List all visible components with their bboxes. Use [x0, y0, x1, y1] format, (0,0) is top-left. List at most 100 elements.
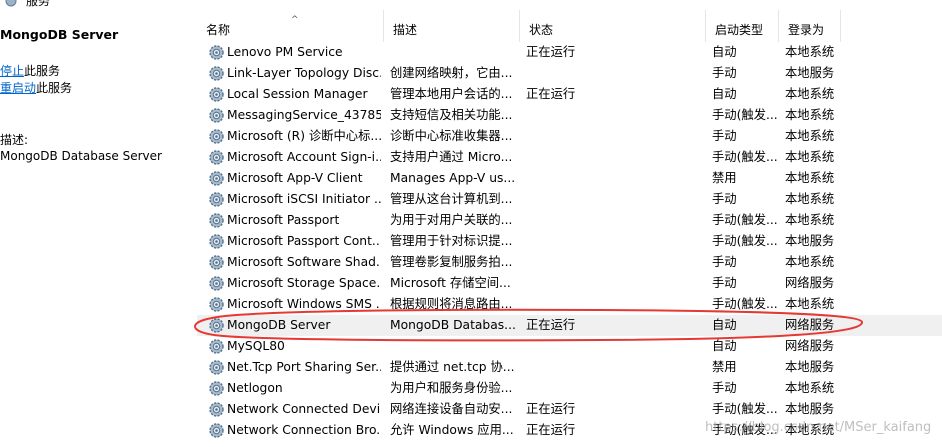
gear-icon: [208, 65, 226, 82]
service-row[interactable]: Microsoft Passport 为用于对用户关联的... 手动(触发...…: [197, 210, 942, 231]
service-description: 诊断中心标准收集器...: [390, 129, 513, 143]
service-name: Microsoft Passport Cont...: [227, 234, 381, 248]
gear-icon: [208, 401, 226, 418]
service-logon-as: 本地服务: [785, 66, 835, 80]
gear-icon: [208, 422, 226, 439]
column-header-name[interactable]: 名称 ^: [197, 10, 384, 42]
service-status: [526, 357, 606, 378]
service-description: 为用户和服务身份验...: [390, 381, 513, 395]
service-row[interactable]: Microsoft (R) 诊断中心标... 诊断中心标准收集器... 手动 本…: [197, 126, 942, 147]
service-startup-type: 手动: [712, 192, 737, 206]
service-status: [526, 126, 606, 147]
service-startup-type: 手动: [712, 129, 737, 143]
service-logon-as: 网络服务: [785, 318, 835, 332]
service-status: [526, 252, 606, 273]
service-logon-as: 本地系统: [785, 87, 835, 101]
service-name: Microsoft (R) 诊断中心标...: [227, 129, 381, 143]
service-status: [526, 294, 606, 315]
service-startup-type: 手动: [712, 381, 737, 395]
watermark-text: https://blog.csdn.net/MSer_kaifang: [705, 420, 932, 435]
service-row[interactable]: Local Session Manager 管理本地用户会话的... 正在运行 …: [197, 84, 942, 105]
service-name: Microsoft Passport: [227, 213, 340, 227]
service-logon-as: 本地系统: [785, 171, 835, 185]
service-startup-type: 手动(触发...: [712, 108, 778, 122]
service-row[interactable]: Microsoft Account Sign-i... 支持用户通过 Micro…: [197, 147, 942, 168]
column-header-startup-type[interactable]: 启动类型: [706, 10, 779, 42]
service-logon-as: 本地服务: [785, 234, 835, 248]
service-status: [526, 63, 606, 84]
restart-service-link[interactable]: 重启动: [0, 81, 36, 95]
service-logon-as: 网络服务: [785, 276, 835, 290]
service-row[interactable]: Microsoft iSCSI Initiator ... 管理从这台计算机到.…: [197, 189, 942, 210]
stop-service-link[interactable]: 停止: [0, 64, 24, 78]
gear-icon: [208, 44, 226, 61]
service-description: Manages App-V us...: [390, 171, 515, 185]
service-logon-as: 本地系统: [785, 108, 835, 122]
service-startup-type: 手动(触发...: [712, 234, 778, 248]
service-logon-as: 本地系统: [785, 45, 835, 59]
service-description: 为用于对用户关联的...: [390, 213, 513, 227]
service-startup-type: 自动: [712, 45, 737, 59]
service-status: [526, 189, 606, 210]
service-row[interactable]: Net.Tcp Port Sharing Ser... 提供通过 net.tcp…: [197, 357, 942, 378]
service-name: Microsoft App-V Client: [227, 171, 363, 185]
window-title: 服务: [26, 0, 51, 8]
service-status: 正在运行: [526, 87, 576, 101]
service-status: 正在运行: [526, 45, 576, 59]
column-header-description-label: 描述: [393, 23, 418, 37]
service-logon-as: 本地系统: [785, 297, 835, 311]
service-name: Network Connection Bro...: [227, 423, 381, 437]
service-status: [526, 336, 606, 357]
service-startup-type: 禁用: [712, 360, 737, 374]
service-row-selected[interactable]: MongoDB Server MongoDB Databas... 正在运行 自…: [197, 315, 942, 336]
service-name: Network Connected Devi...: [227, 402, 381, 416]
gear-icon: [208, 359, 226, 376]
service-row[interactable]: Link-Layer Topology Disc... 创建网络映射，它由...…: [197, 63, 942, 84]
gear-icon: [208, 296, 226, 313]
service-row[interactable]: Lenovo PM Service 正在运行 自动 本地系统: [197, 42, 942, 63]
service-logon-as: 本地系统: [785, 255, 835, 269]
gear-icon: [208, 254, 226, 271]
selected-service-name: MongoDB Server: [0, 27, 119, 42]
service-description: 创建网络映射，它由...: [390, 66, 513, 80]
service-row[interactable]: MySQL80 自动 网络服务: [197, 336, 942, 357]
restart-service-row: 重启动此服务: [0, 79, 72, 96]
service-status: [526, 378, 606, 399]
restart-service-suffix: 此服务: [36, 81, 73, 95]
service-logon-as: 本地系统: [785, 150, 835, 164]
gear-icon: [208, 86, 226, 103]
service-name: Local Session Manager: [227, 87, 368, 101]
service-name: Microsoft iSCSI Initiator ...: [227, 192, 381, 206]
service-row[interactable]: Microsoft Windows SMS ... 根据规则将消息路由... 手…: [197, 294, 942, 315]
gear-icon: [208, 233, 226, 250]
service-description: 网络连接设备自动安...: [390, 402, 513, 416]
service-description: 允许 Windows 应用...: [390, 423, 514, 437]
service-row[interactable]: Microsoft Storage Space... Microsoft 存储空…: [197, 273, 942, 294]
service-logon-as: 本地系统: [785, 129, 835, 143]
service-status: [526, 147, 606, 168]
service-row[interactable]: Microsoft Software Shad... 管理卷影复制服务拍... …: [197, 252, 942, 273]
column-header-row: 名称 ^ 描述 状态 启动类型 登录为: [197, 10, 942, 42]
service-startup-type: 手动(触发...: [712, 297, 778, 311]
service-status: [526, 105, 606, 126]
service-description: Microsoft 存储空间...: [390, 276, 511, 290]
column-header-description[interactable]: 描述: [384, 10, 520, 42]
service-row[interactable]: MessagingService_43785... 支持短信及相关功能... 手…: [197, 105, 942, 126]
service-row[interactable]: Netlogon 为用户和服务身份验... 手动 本地系统: [197, 378, 942, 399]
gear-icon: [208, 170, 226, 187]
service-description: MongoDB Databas...: [390, 318, 515, 332]
service-name: MongoDB Server: [227, 318, 331, 332]
services-list: 名称 ^ 描述 状态 启动类型 登录为 Lenovo PM Service 正在…: [197, 10, 942, 447]
service-description: 管理从这台计算机到...: [390, 192, 513, 206]
service-row[interactable]: Microsoft Passport Cont... 管理用于针对标识提... …: [197, 231, 942, 252]
service-description: 管理用于针对标识提...: [390, 234, 513, 248]
service-status: [526, 231, 606, 252]
service-name: Microsoft Software Shad...: [227, 255, 381, 269]
column-header-status[interactable]: 状态: [520, 10, 706, 42]
service-logon-as: 本地系统: [785, 192, 835, 206]
column-header-logon-as[interactable]: 登录为: [779, 10, 841, 42]
service-row[interactable]: Microsoft App-V Client Manages App-V us.…: [197, 168, 942, 189]
column-header-logon-as-label: 登录为: [788, 23, 825, 37]
gear-icon: [208, 107, 226, 124]
service-row[interactable]: Network Connected Devi... 网络连接设备自动安... 正…: [197, 399, 942, 420]
